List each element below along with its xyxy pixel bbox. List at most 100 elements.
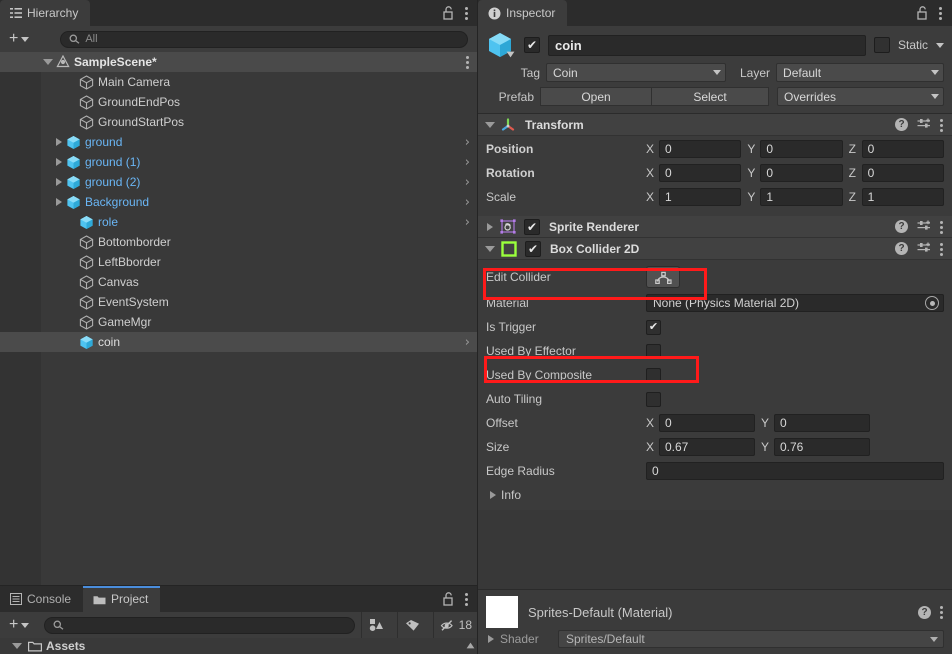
- filter-by-type-button[interactable]: [360, 612, 391, 638]
- kebab-menu-icon[interactable]: [940, 117, 944, 133]
- transform-position-x-field[interactable]: 0: [659, 140, 742, 158]
- component-header-transform[interactable]: Transform ?: [478, 114, 952, 136]
- kebab-menu-icon[interactable]: [465, 591, 469, 607]
- hierarchy-item-coin[interactable]: coin ›: [0, 332, 478, 352]
- tab-hierarchy[interactable]: Hierarchy: [0, 0, 91, 26]
- hierarchy-item-gamemgr[interactable]: GameMgr: [0, 312, 478, 332]
- used-by-effector-checkbox[interactable]: [646, 343, 661, 359]
- create-object-button[interactable]: +: [6, 31, 32, 47]
- kebab-menu-icon[interactable]: [939, 5, 943, 21]
- open-prefab-chevron-icon[interactable]: ›: [465, 156, 470, 169]
- lock-open-icon[interactable]: [917, 6, 929, 20]
- box-collider-enabled-checkbox[interactable]: ✔: [525, 240, 541, 257]
- hierarchy-item-background[interactable]: Background ›: [0, 192, 478, 212]
- hidden-objects-button[interactable]: 18: [432, 612, 478, 638]
- help-icon[interactable]: ?: [918, 605, 931, 619]
- transform-rotation-z-field[interactable]: 0: [861, 164, 944, 182]
- open-prefab-chevron-icon[interactable]: ›: [465, 136, 470, 149]
- used-by-composite-checkbox[interactable]: [646, 367, 661, 383]
- static-checkbox[interactable]: [873, 37, 890, 53]
- transform-scale-y-field[interactable]: 1: [760, 188, 843, 206]
- prefab-select-button[interactable]: Select: [651, 87, 769, 106]
- hierarchy-search-input[interactable]: All: [60, 30, 468, 48]
- object-name-field[interactable]: coin: [548, 34, 866, 56]
- component-header-sprite-renderer[interactable]: ✔ Sprite Renderer ?: [478, 216, 952, 238]
- tag-dropdown[interactable]: Coin: [546, 63, 726, 82]
- project-assets-root-row[interactable]: Assets: [0, 638, 478, 654]
- help-icon[interactable]: ?: [895, 242, 908, 255]
- object-picker-icon[interactable]: [925, 296, 939, 310]
- expand-toggle[interactable]: [52, 138, 65, 146]
- info-expand-toggle[interactable]: [490, 491, 496, 499]
- open-prefab-chevron-icon[interactable]: ›: [465, 216, 470, 229]
- material-expand-toggle[interactable]: [488, 635, 494, 643]
- material-object-field[interactable]: None (Physics Material 2D): [646, 294, 944, 312]
- hierarchy-item-groundendpos[interactable]: GroundEndPos: [0, 92, 478, 112]
- hierarchy-item-ground-1[interactable]: ground (1) ›: [0, 152, 478, 172]
- collider-info-row[interactable]: Info: [486, 485, 944, 505]
- component-header-box-collider-2d[interactable]: ✔ Box Collider 2D ?: [478, 238, 952, 260]
- prefab-cube-icon[interactable]: [486, 31, 516, 59]
- preset-icon[interactable]: [917, 242, 931, 255]
- offset-x-field[interactable]: 0: [659, 414, 755, 432]
- project-search-input[interactable]: [44, 616, 355, 634]
- scene-expand-toggle[interactable]: [41, 59, 54, 65]
- sprite-renderer-enabled-checkbox[interactable]: ✔: [524, 218, 540, 235]
- hierarchy-item-role[interactable]: role ›: [0, 212, 478, 232]
- tab-inspector[interactable]: Inspector: [478, 0, 568, 26]
- prefab-open-button[interactable]: Open: [540, 87, 652, 106]
- hierarchy-item-eventsystem[interactable]: EventSystem: [0, 292, 478, 312]
- hierarchy-item-leftbborder[interactable]: LeftBborder: [0, 252, 478, 272]
- auto-tiling-checkbox[interactable]: [646, 391, 661, 407]
- edit-collider-button[interactable]: [646, 266, 680, 288]
- hierarchy-item-ground[interactable]: ground ›: [0, 132, 478, 152]
- hierarchy-item-main-camera[interactable]: Main Camera: [0, 72, 478, 92]
- transform-rotation-x-field[interactable]: 0: [659, 164, 742, 182]
- hierarchy-item-ground-2[interactable]: ground (2) ›: [0, 172, 478, 192]
- expand-toggle[interactable]: [52, 198, 65, 206]
- transform-position-y-field[interactable]: 0: [760, 140, 843, 158]
- size-y-field[interactable]: 0.76: [774, 438, 870, 456]
- prefab-overrides-dropdown[interactable]: Overrides: [777, 87, 944, 106]
- transform-rotation-y-field[interactable]: 0: [760, 164, 843, 182]
- expand-toggle[interactable]: [52, 158, 65, 166]
- hierarchy-item-canvas[interactable]: Canvas: [0, 272, 478, 292]
- edge-radius-field[interactable]: 0: [646, 462, 944, 480]
- box-collider-expand-toggle[interactable]: [485, 245, 495, 252]
- offset-y-field[interactable]: 0: [774, 414, 870, 432]
- hierarchy-item-groundstartpos[interactable]: GroundStartPos: [0, 112, 478, 132]
- preset-icon[interactable]: [917, 220, 931, 233]
- open-prefab-chevron-icon[interactable]: ›: [465, 176, 470, 189]
- kebab-menu-icon[interactable]: [940, 241, 944, 257]
- open-prefab-chevron-icon[interactable]: ›: [465, 196, 470, 209]
- layer-dropdown[interactable]: Default: [776, 63, 944, 82]
- transform-position-z-field[interactable]: 0: [861, 140, 944, 158]
- object-enabled-checkbox[interactable]: ✔: [524, 37, 540, 53]
- hierarchy-scene-row[interactable]: SampleScene*: [0, 52, 478, 72]
- kebab-menu-icon[interactable]: [465, 5, 469, 21]
- is-trigger-checkbox[interactable]: ✔: [646, 319, 661, 335]
- filter-by-label-button[interactable]: [396, 612, 427, 638]
- shader-dropdown[interactable]: Sprites/Default: [558, 630, 944, 648]
- expand-toggle[interactable]: [52, 178, 65, 186]
- help-icon[interactable]: ?: [895, 118, 908, 131]
- transform-scale-x-field[interactable]: 1: [659, 188, 742, 206]
- preset-icon[interactable]: [917, 118, 931, 131]
- help-icon[interactable]: ?: [895, 220, 908, 233]
- kebab-menu-icon[interactable]: [940, 604, 944, 620]
- sprite-renderer-expand-toggle[interactable]: [487, 222, 493, 231]
- size-x-field[interactable]: 0.67: [659, 438, 755, 456]
- tab-project[interactable]: Project: [83, 586, 161, 612]
- project-scrollbar-up-arrow[interactable]: [465, 639, 476, 652]
- kebab-menu-icon[interactable]: [940, 219, 944, 235]
- assets-expand-toggle[interactable]: [12, 643, 22, 649]
- tab-console[interactable]: Console: [0, 586, 84, 612]
- static-dropdown-chevron-icon[interactable]: [936, 42, 944, 48]
- lock-open-icon[interactable]: [443, 592, 455, 606]
- create-asset-button[interactable]: +: [6, 617, 32, 633]
- lock-open-icon[interactable]: [443, 6, 455, 20]
- hierarchy-tree[interactable]: SampleScene* Main Camera GroundEndPos Grou…: [0, 52, 478, 612]
- transform-scale-z-field[interactable]: 1: [861, 188, 944, 206]
- transform-expand-toggle[interactable]: [485, 121, 495, 128]
- hierarchy-item-bottomborder[interactable]: Bottomborder: [0, 232, 478, 252]
